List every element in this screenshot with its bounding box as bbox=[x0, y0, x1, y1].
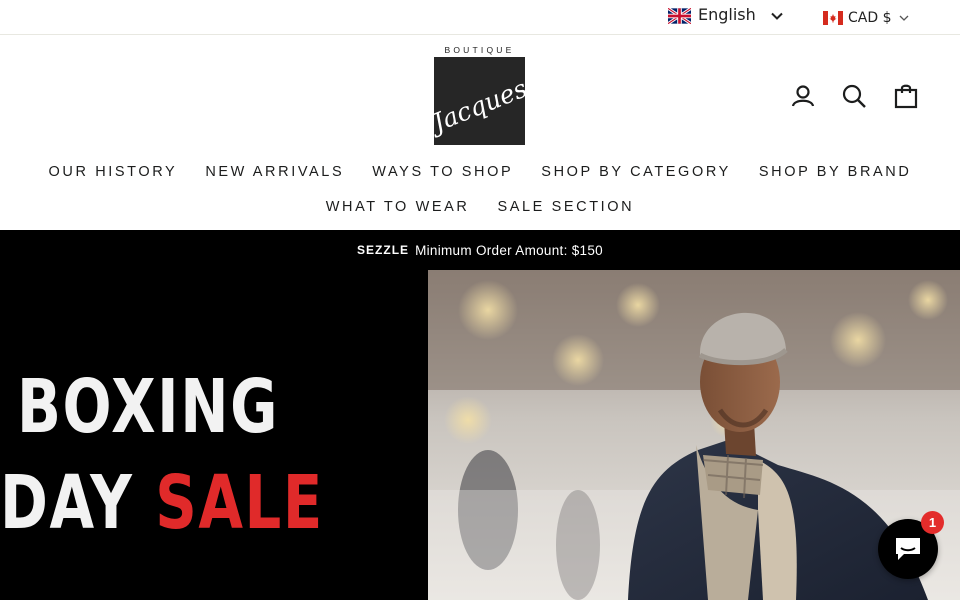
nav-shop-by-brand[interactable]: SHOP BY BRAND bbox=[745, 164, 926, 180]
nav-ways-to-shop[interactable]: WAYS TO SHOP bbox=[358, 164, 527, 180]
hero-headline-line-2: DAY SALE bbox=[0, 466, 324, 540]
hero-sale-text: SALE bbox=[155, 460, 324, 546]
language-selector[interactable]: English bbox=[668, 4, 784, 28]
boutique-jacques-logo[interactable]: BOUTIQUE Jacques bbox=[433, 44, 526, 145]
sezzle-logo: SEZZLE bbox=[357, 243, 410, 257]
search-icon[interactable] bbox=[840, 82, 868, 110]
canada-flag-icon bbox=[823, 11, 843, 25]
hero-banner[interactable]: BOXING DAY SALE bbox=[0, 270, 960, 600]
hero-text-panel: BOXING DAY SALE bbox=[0, 270, 428, 600]
nav-what-to-wear[interactable]: WHAT TO WEAR bbox=[312, 199, 484, 215]
logo-top-text: BOUTIQUE bbox=[445, 45, 515, 55]
nav-new-arrivals[interactable]: NEW ARRIVALS bbox=[191, 164, 358, 180]
utility-bar: English CAD $ bbox=[0, 0, 960, 35]
language-label: English bbox=[698, 4, 756, 24]
announcement-bar[interactable]: SEZZLE Minimum Order Amount: $150 bbox=[0, 230, 960, 270]
currency-selector[interactable]: CAD $ bbox=[823, 8, 910, 28]
main-nav-row-1: OUR HISTORY NEW ARRIVALS WAYS TO SHOP SH… bbox=[0, 164, 960, 180]
user-icon[interactable] bbox=[789, 82, 817, 110]
hero-day-text: DAY bbox=[0, 460, 156, 546]
announcement-text: Minimum Order Amount: $150 bbox=[415, 242, 603, 258]
hero-headline-line-1: BOXING bbox=[17, 364, 280, 450]
chevron-down-icon bbox=[771, 12, 783, 20]
nav-our-history[interactable]: OUR HISTORY bbox=[35, 164, 192, 180]
uk-flag-icon bbox=[668, 8, 691, 24]
nav-sale-section[interactable]: SALE SECTION bbox=[483, 199, 648, 215]
main-nav-row-2: WHAT TO WEAR SALE SECTION bbox=[0, 199, 960, 215]
nav-shop-by-category[interactable]: SHOP BY CATEGORY bbox=[527, 164, 745, 180]
currency-label: CAD $ bbox=[848, 10, 892, 26]
cart-icon[interactable] bbox=[892, 82, 920, 110]
chat-icon bbox=[896, 538, 920, 560]
chat-notification-badge: 1 bbox=[921, 511, 944, 534]
chevron-down-icon bbox=[899, 15, 908, 21]
